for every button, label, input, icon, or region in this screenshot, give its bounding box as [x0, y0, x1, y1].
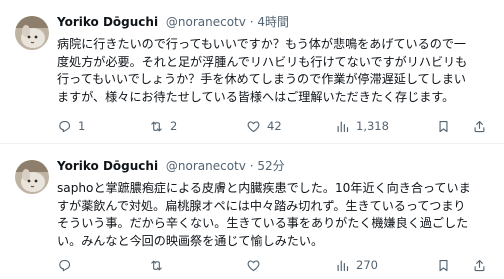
retweet-icon — [151, 121, 162, 131]
tweet-text: saphoと掌蹠膿疱症による皮膚と内臓疾患でした。10年近く向き合っていま すが… — [57, 180, 497, 250]
bookmark-icon — [439, 259, 448, 271]
reply-icon — [59, 120, 71, 132]
avatar[interactable] — [15, 160, 49, 194]
retweet-count: 2 — [170, 119, 178, 133]
tweet-text-line: ますが、様々にお待たせしている皆様へはご理解いただきたく存じます。 — [57, 89, 455, 104]
separator-dot: · — [249, 159, 254, 173]
tweet-text-line: 病院に行きたいので行ってもいいですか？もう体が悲鳴をあげているので一 — [57, 37, 467, 51]
like-button[interactable] — [246, 256, 267, 274]
like-button[interactable]: 42 — [246, 117, 282, 135]
reply-button[interactable] — [57, 256, 78, 274]
share-button[interactable] — [472, 256, 487, 274]
author-name[interactable]: Yoriko Dōguchi — [57, 159, 158, 173]
reply-count: 1 — [78, 119, 86, 133]
reply-icon — [59, 259, 71, 271]
retweet-button[interactable] — [149, 256, 170, 274]
author-handle[interactable]: @noranecotv — [166, 159, 246, 173]
views-icon — [337, 121, 349, 132]
tweet-text-line: すが薬飲んで対処。扁桃腺オペには中々踏み切れず。生きているってつまり — [57, 198, 466, 213]
heart-icon — [247, 259, 260, 271]
bookmark-icon — [439, 120, 448, 132]
share-button[interactable] — [472, 117, 487, 135]
share-icon — [474, 259, 485, 271]
tweet[interactable]: Yoriko Dōguchi @noranecotv · 4時間 病院に行きたい… — [0, 0, 504, 144]
avatar[interactable] — [15, 16, 49, 50]
views-button[interactable]: 1,318 — [335, 117, 389, 135]
views-count: 270 — [356, 258, 378, 272]
retweet-icon — [151, 260, 162, 270]
bookmark-button[interactable] — [436, 117, 451, 135]
tweet-text-line: 度処方が必要。それと足が浮腫んでリハビリも行けてないですがリハビリも — [57, 54, 468, 69]
views-count: 1,318 — [356, 119, 389, 133]
tweet-header: Yoriko Dōguchi @noranecotv · 4時間 — [57, 13, 289, 31]
tweet-text-line: saphoと掌蹠膿疱症による皮膚と内臓疾患でした。10年近く向き合っていま — [57, 181, 471, 195]
share-icon — [474, 120, 485, 132]
author-name[interactable]: Yoriko Dōguchi — [57, 15, 158, 29]
tweet-header: Yoriko Dōguchi @noranecotv · 52分 — [57, 157, 285, 175]
bookmark-button[interactable] — [436, 256, 451, 274]
tweet[interactable]: Yoriko Dōguchi @noranecotv · 52分 saphoと掌… — [0, 144, 504, 279]
views-button[interactable]: 270 — [335, 256, 378, 274]
heart-icon — [247, 120, 260, 132]
action-bar: 1 2 42 1,318 — [57, 117, 497, 135]
tweet-text-line: 行ってもいいでしょうか？手を休めてしまうので作業が停滞遅延してしまい — [57, 72, 467, 87]
tweet-text-line: そういう事。だから辛くない。生きている事をありがたく機嫌良く過ごした — [57, 216, 469, 231]
separator-dot: · — [249, 15, 254, 29]
post-time[interactable]: 52分 — [257, 159, 284, 173]
tweet-text: 病院に行きたいので行ってもいいですか？もう体が悲鳴をあげているので一 度処方が必… — [57, 36, 497, 106]
retweet-button[interactable]: 2 — [149, 117, 177, 135]
views-icon — [337, 260, 349, 271]
tweet-text-line: い。みんなと今回の映画祭を通じて愉しみたい。 — [57, 233, 324, 248]
like-count: 42 — [267, 119, 282, 133]
author-handle[interactable]: @noranecotv — [166, 15, 246, 29]
post-time[interactable]: 4時間 — [257, 15, 289, 29]
action-bar: 270 — [57, 256, 497, 274]
reply-button[interactable]: 1 — [57, 117, 85, 135]
